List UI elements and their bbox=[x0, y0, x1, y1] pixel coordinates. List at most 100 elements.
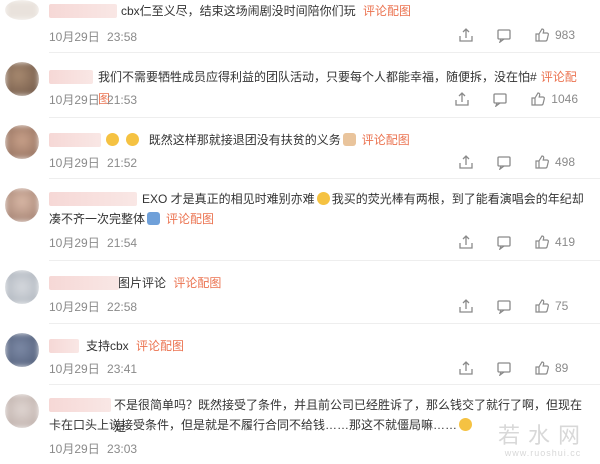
comment-image-link[interactable]: 评论配图 bbox=[173, 276, 221, 290]
comment-image-link[interactable]: 评论配图 bbox=[363, 4, 411, 18]
comment-item: EXO 才是真正的相见时难别亦难 我买的荧光棒有两根，到了能看演唱会的年纪却 凑不… bbox=[0, 182, 600, 262]
share-icon[interactable] bbox=[458, 234, 474, 250]
comment-date: 10月29日 bbox=[49, 236, 100, 250]
comment-text: 图片评论 评论配图 bbox=[118, 272, 588, 294]
like-button[interactable]: 983 bbox=[534, 27, 578, 43]
share-icon[interactable] bbox=[454, 91, 470, 107]
avatar[interactable] bbox=[5, 333, 39, 367]
comment-item: 既然这样那就接退团没有扶贫的义务 评论配图 10月29日 21:52 498 bbox=[0, 121, 600, 179]
comment-body: 既然这样那就接退团没有扶贫的义务 bbox=[148, 133, 341, 147]
comment-actions: 983 bbox=[458, 27, 578, 43]
divider bbox=[49, 178, 600, 179]
watermark: 若水网 www.ruoshui.cc bbox=[498, 418, 588, 458]
comment-date: 10月29日 bbox=[49, 30, 100, 44]
comment-image-link[interactable]: 评论配图 bbox=[362, 133, 410, 147]
comment-text: 既然这样那就接退团没有扶贫的义务 评论配图 bbox=[104, 129, 588, 151]
comment-text-line2: 凑不齐一次完整体 评论配图 bbox=[49, 208, 588, 230]
watermark-text: 若水网 bbox=[497, 423, 588, 448]
like-count: 983 bbox=[555, 28, 576, 42]
comment-text: cbx仁至义尽，结束这场闹剧没时间陪你们玩 评论配图 bbox=[121, 0, 588, 22]
reply-icon[interactable] bbox=[496, 360, 512, 376]
reply-icon[interactable] bbox=[496, 298, 512, 314]
avatar[interactable] bbox=[5, 0, 39, 20]
like-count: 89 bbox=[555, 361, 569, 375]
comment-date: 10月29日 bbox=[49, 93, 100, 107]
comment-meta: 10月29日 23:41 bbox=[49, 360, 137, 377]
comment-item: 支持cbx 评论配图 10月29日 23:41 89 bbox=[0, 327, 600, 385]
like-button[interactable]: 75 bbox=[534, 298, 578, 314]
username[interactable] bbox=[49, 192, 137, 206]
comment-meta: 10月29日 21:53 bbox=[49, 91, 137, 108]
like-button[interactable]: 89 bbox=[534, 360, 578, 376]
like-button[interactable]: 419 bbox=[534, 234, 578, 250]
comment-body: 我们不需要牺牲成员应得利益的团队活动，只要每个人都能幸福，随便拆，没在怕# bbox=[98, 70, 537, 84]
comment-date: 10月29日 bbox=[49, 300, 100, 314]
comment-date: 10月29日 bbox=[49, 442, 100, 456]
reply-icon[interactable] bbox=[492, 91, 508, 107]
thumbs-up-icon bbox=[535, 28, 549, 42]
comment-meta: 10月29日 21:54 bbox=[49, 234, 137, 251]
comment-image-link[interactable]: 评论配图 bbox=[136, 339, 184, 353]
avatar[interactable] bbox=[5, 188, 39, 222]
avatar[interactable] bbox=[5, 394, 39, 428]
like-count: 75 bbox=[555, 299, 569, 313]
comment-date: 10月29日 bbox=[49, 156, 100, 170]
watermark-url: www.ruoshui.cc bbox=[504, 448, 582, 458]
avatar[interactable] bbox=[5, 125, 39, 159]
like-count: 419 bbox=[555, 235, 576, 249]
comment-body: 图片评论 bbox=[118, 276, 167, 290]
username[interactable] bbox=[49, 339, 79, 353]
comment-actions: 89 bbox=[458, 360, 578, 376]
username[interactable] bbox=[49, 70, 93, 84]
avatar[interactable] bbox=[5, 62, 39, 96]
comment-item: 我们不需要牺牲成员应得利益的团队活动，只要每个人都能幸福，随便拆，没在怕# 评论配… bbox=[0, 58, 600, 118]
comment-actions: 498 bbox=[458, 154, 578, 170]
comment-meta: 10月29日 23:03 bbox=[49, 440, 137, 457]
comment-image-link[interactable]: 评论配图 bbox=[166, 212, 214, 226]
share-icon[interactable] bbox=[458, 360, 474, 376]
comment-time: 23:58 bbox=[107, 30, 138, 44]
username[interactable] bbox=[49, 398, 111, 412]
comment-body: 我买的荧光棒有两根，到了能看演唱会的年纪却 bbox=[331, 192, 584, 206]
divider bbox=[49, 52, 600, 53]
comment-actions: 1046 bbox=[454, 91, 578, 107]
comment-text: EXO 才是真正的相见时难别亦难 我买的荧光棒有两根，到了能看演唱会的年纪却 bbox=[142, 188, 588, 210]
comment-body: EXO 才是真正的相见时难别亦难 bbox=[142, 192, 315, 206]
reply-icon[interactable] bbox=[496, 27, 512, 43]
comment-time: 21:53 bbox=[107, 93, 138, 107]
share-icon[interactable] bbox=[458, 154, 474, 170]
thumbs-up-icon bbox=[531, 92, 546, 106]
avatar[interactable] bbox=[5, 270, 39, 304]
comment-time: 22:58 bbox=[107, 300, 138, 314]
comment-time: 23:41 bbox=[107, 362, 138, 376]
like-count: 498 bbox=[555, 155, 576, 169]
comment-item: 图片评论 评论配图 10月29日 22:58 75 bbox=[0, 264, 600, 324]
reply-icon[interactable] bbox=[496, 154, 512, 170]
thumbs-up-icon bbox=[535, 361, 549, 375]
emoji-icon bbox=[126, 133, 140, 146]
divider bbox=[49, 384, 600, 385]
username[interactable] bbox=[49, 133, 101, 147]
comment-body: 卡在口头上说接受条件，但是就是不履行合同不给钱……那这不就僵局嘛…… bbox=[49, 418, 458, 432]
share-icon[interactable] bbox=[458, 298, 474, 314]
thumbs-up-icon bbox=[535, 299, 549, 313]
divider bbox=[49, 117, 600, 118]
divider bbox=[49, 260, 600, 261]
username[interactable] bbox=[49, 276, 119, 290]
comment-text: 支持cbx 评论配图 bbox=[86, 335, 588, 357]
reply-icon[interactable] bbox=[496, 234, 512, 250]
emoji-icon bbox=[459, 418, 473, 431]
username[interactable] bbox=[49, 4, 117, 18]
divider bbox=[49, 323, 600, 324]
like-button[interactable]: 1046 bbox=[530, 91, 578, 107]
comment-meta: 10月29日 21:52 bbox=[49, 154, 137, 171]
share-icon[interactable] bbox=[458, 27, 474, 43]
emoji-icon bbox=[147, 212, 161, 225]
comment-body: cbx仁至义尽，结束这场闹剧没时间陪你们玩 bbox=[121, 4, 356, 18]
comment-actions: 75 bbox=[458, 298, 578, 314]
comment-meta: 10月29日 23:58 bbox=[49, 28, 137, 45]
like-button[interactable]: 498 bbox=[534, 154, 578, 170]
comment-time: 21:54 bbox=[107, 236, 138, 250]
crying-emoji-icon bbox=[316, 192, 330, 205]
thumbs-up-icon bbox=[535, 235, 549, 249]
